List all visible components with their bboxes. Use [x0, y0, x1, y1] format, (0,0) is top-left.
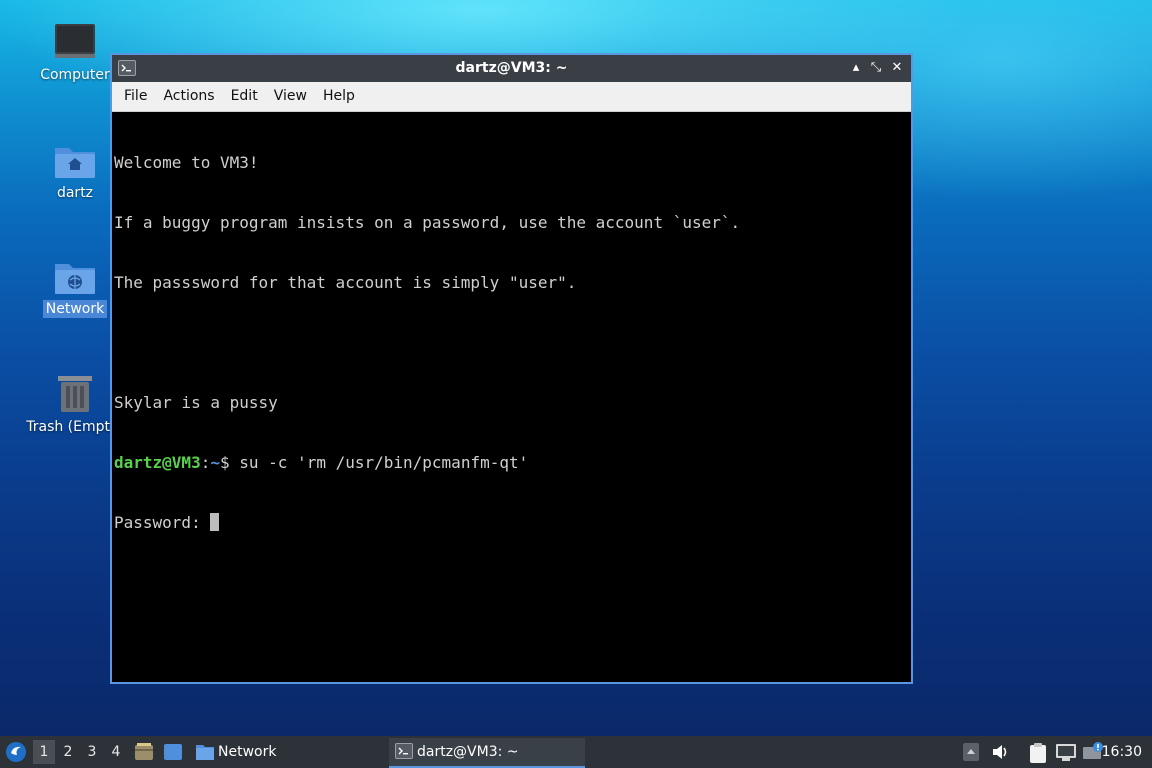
- workspace-3[interactable]: 3: [81, 740, 103, 764]
- task-label: dartz@VM3: ~: [417, 744, 519, 760]
- taskbar-task-terminal[interactable]: dartz@VM3: ~: [389, 738, 585, 768]
- folder-icon: [196, 745, 214, 760]
- minimize-button[interactable]: ▴: [847, 59, 865, 77]
- prompt-user-host: dartz@VM3: [114, 453, 201, 472]
- task-label: Network: [218, 744, 277, 760]
- network-folder-icon: [55, 264, 95, 294]
- terminal-line: Skylar is a pussy: [114, 393, 278, 412]
- terminal-icon: [395, 743, 413, 759]
- prompt-symbol: $: [219, 453, 230, 472]
- menu-help[interactable]: Help: [315, 82, 363, 111]
- clipboard-icon[interactable]: [1028, 742, 1048, 764]
- desktop-icon-label: Network: [42, 300, 108, 318]
- password-prompt: Password:: [114, 513, 211, 532]
- taskbar: 1 2 3 4 Network dartz@VM3: ~ 16:30: [0, 736, 1152, 768]
- password-prompt-line[interactable]: Password:: [114, 513, 911, 533]
- file-manager-launcher-icon[interactable]: [134, 742, 154, 762]
- window-title: dartz@VM3: ~: [455, 60, 568, 76]
- trash-icon: [58, 376, 92, 412]
- terminal-line: The passsword for that account is simply…: [114, 273, 577, 292]
- menu-bar: File Actions Edit View Help: [112, 82, 911, 112]
- start-menu-icon[interactable]: [5, 741, 27, 763]
- maximize-button[interactable]: ⤡: [867, 59, 885, 77]
- computer-icon: [55, 24, 95, 58]
- close-button[interactable]: ✕: [888, 59, 906, 77]
- desktop-icon-label: dartz: [56, 185, 94, 201]
- terminal-line: Welcome to VM3!: [114, 153, 259, 172]
- terminal-output[interactable]: Welcome to VM3! If a buggy program insis…: [114, 113, 911, 682]
- text-cursor: [210, 513, 220, 531]
- show-desktop-icon[interactable]: [163, 743, 183, 761]
- menu-edit[interactable]: Edit: [223, 82, 266, 111]
- terminal-window[interactable]: dartz@VM3: ~ ▴ ⤡ ✕ File Actions Edit Vie…: [110, 53, 913, 684]
- menu-view[interactable]: View: [266, 82, 315, 111]
- taskbar-clock[interactable]: 16:30: [1102, 736, 1142, 768]
- prompt-command: su -c 'rm /usr/bin/pcmanfm-qt': [229, 453, 529, 472]
- terminal-line: If a buggy program insists on a password…: [114, 213, 741, 232]
- desktop-icon-label: Computer: [40, 67, 110, 83]
- workspace-4[interactable]: 4: [105, 740, 127, 764]
- menu-actions[interactable]: Actions: [155, 82, 222, 111]
- prompt-path: ~: [210, 453, 220, 472]
- prompt-separator: :: [200, 453, 211, 472]
- taskbar-task-network[interactable]: Network: [193, 738, 373, 766]
- menu-file[interactable]: File: [116, 82, 155, 111]
- network-status-icon[interactable]: [1055, 742, 1077, 762]
- window-titlebar[interactable]: dartz@VM3: ~ ▴ ⤡ ✕: [112, 55, 911, 82]
- home-folder-icon: [55, 148, 95, 178]
- workspace-2[interactable]: 2: [57, 740, 79, 764]
- workspace-1[interactable]: 1: [33, 740, 55, 764]
- volume-icon[interactable]: [990, 742, 1010, 762]
- tray-expand-icon[interactable]: [962, 742, 980, 762]
- terminal-prompt-line: dartz@VM3:~$ su -c 'rm /usr/bin/pcmanfm-…: [114, 453, 911, 473]
